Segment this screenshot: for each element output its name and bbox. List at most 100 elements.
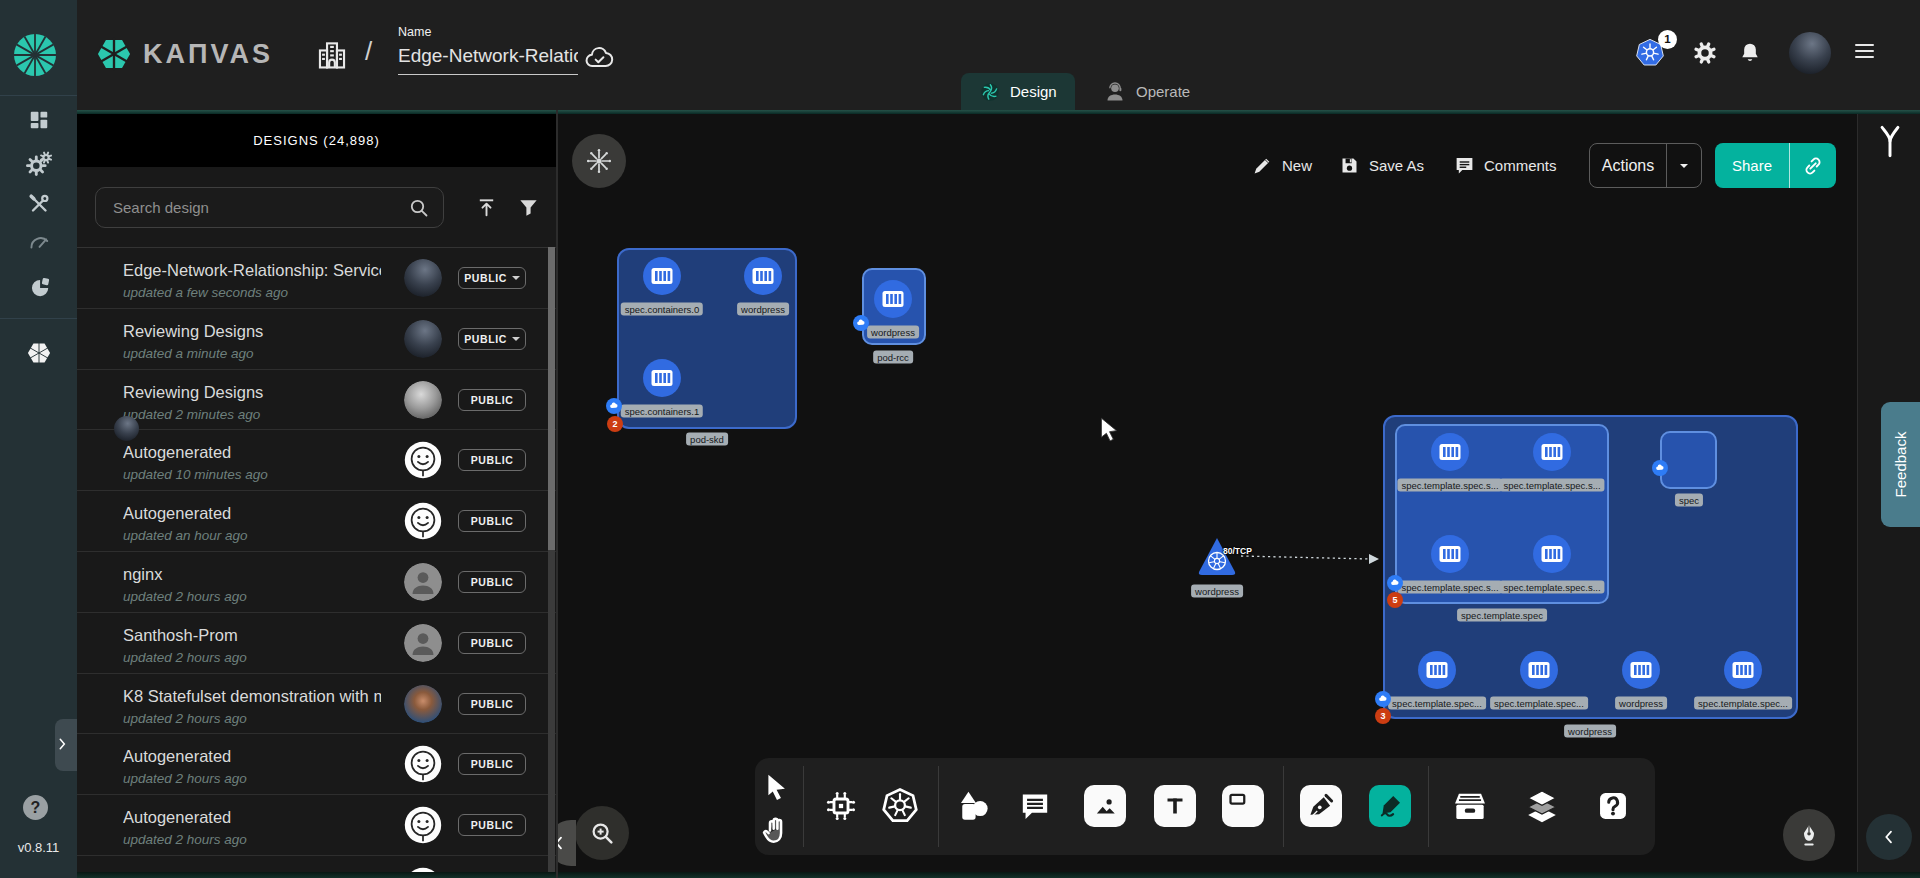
k8s-container-node[interactable] [744, 257, 782, 295]
freehand-draw-tool-icon[interactable] [1369, 785, 1411, 827]
k8s-container-node[interactable] [643, 257, 681, 295]
list-scrollbar-track[interactable] [548, 247, 555, 872]
select-cursor-tool-icon[interactable] [762, 773, 788, 799]
visibility-badge[interactable]: PUBLIC [458, 571, 526, 593]
k8s-container-node[interactable] [1533, 433, 1571, 471]
k8s-container-node[interactable] [1533, 535, 1571, 573]
design-owner-avatar[interactable] [404, 320, 442, 358]
design-list-item[interactable]: Reviewing Designsupdated 2 minutes agoPU… [77, 370, 556, 431]
filter-funnel-icon[interactable] [517, 196, 540, 219]
design-list-item[interactable]: Autogeneratedupdated 2 hours agoPUBLIC [77, 856, 556, 872]
design-list-item[interactable]: K8 Statefulset demonstration with moupda… [77, 674, 556, 735]
cloud-badge[interactable] [1652, 460, 1668, 476]
design-list-item[interactable]: Reviewing Designsupdated a minute agoPUB… [77, 309, 556, 370]
comments-button[interactable]: Comments [1454, 143, 1557, 188]
actions-button[interactable]: Actions [1589, 143, 1702, 188]
k8s-group-template[interactable] [1395, 424, 1609, 604]
cloud-badge[interactable] [1375, 691, 1391, 707]
cloud-badge[interactable] [1387, 575, 1403, 591]
design-canvas[interactable]: New Save As Comments Actions Share pod-s… [558, 114, 1857, 872]
save-as-button[interactable]: Save As [1339, 143, 1424, 188]
design-list-item[interactable]: Santhosh-Promupdated 2 hours agoPUBLIC [77, 613, 556, 674]
visibility-badge[interactable]: PUBLIC [458, 328, 526, 350]
design-list-item[interactable]: Autogeneratedupdated 10 minutes agoPUBLI… [77, 430, 556, 491]
search-icon[interactable] [407, 196, 431, 220]
performance-gauge-icon[interactable] [26, 229, 52, 255]
sort-upload-icon[interactable] [475, 196, 498, 219]
help-icon[interactable]: ? [23, 795, 48, 820]
right-panel-chevron[interactable] [1866, 814, 1912, 860]
kanvas-brand[interactable]: KAΠVAS [95, 35, 273, 73]
visibility-badge[interactable]: PUBLIC [458, 632, 526, 654]
annotate-pen-button[interactable] [1783, 809, 1835, 861]
hamburger-menu-icon[interactable] [1855, 44, 1874, 62]
merge-y-icon[interactable] [1875, 124, 1905, 158]
cloud-badge[interactable] [853, 315, 869, 331]
components-chip-tool-icon[interactable] [826, 791, 856, 821]
image-tool-icon[interactable] [1084, 785, 1126, 827]
design-list-item[interactable]: Edge-Network-Relationship: Serviceupdate… [77, 248, 556, 309]
settings-gear-icon[interactable] [1693, 41, 1718, 66]
cloud-badge[interactable] [606, 398, 622, 414]
pan-hand-tool-icon[interactable] [762, 817, 788, 843]
design-owner-avatar[interactable] [404, 745, 442, 783]
k8s-container-node[interactable] [643, 359, 681, 397]
layers-tool-icon[interactable] [1526, 790, 1558, 822]
k8s-container-node[interactable] [1724, 651, 1762, 689]
kubernetes-tool-icon[interactable] [884, 790, 916, 822]
search-input[interactable] [113, 199, 407, 216]
k8s-container-node[interactable] [1431, 433, 1469, 471]
k8s-container-node[interactable] [1622, 651, 1660, 689]
visibility-badge[interactable]: PUBLIC [458, 510, 526, 532]
k8s-service-triangle[interactable] [1194, 534, 1240, 580]
notifications-bell-icon[interactable] [1738, 41, 1763, 66]
text-tool-icon[interactable] [1154, 785, 1196, 827]
design-name-input[interactable] [398, 45, 578, 75]
design-owner-avatar[interactable] [404, 563, 442, 601]
organization-building-icon[interactable] [315, 37, 349, 71]
design-owner-avatar[interactable] [404, 259, 442, 297]
design-list-item[interactable]: Autogeneratedupdated 2 hours agoPUBLIC [77, 734, 556, 795]
frame-tool-icon[interactable] [1222, 785, 1264, 827]
design-owner-avatar[interactable] [404, 441, 442, 479]
panel-expander-chevron[interactable] [55, 719, 77, 771]
k8s-group-spec[interactable] [1660, 431, 1717, 489]
visibility-badge[interactable]: PUBLIC [458, 267, 526, 289]
kanvas-hexagon-icon[interactable] [25, 339, 53, 367]
error-count-badge[interactable]: 3 [1375, 708, 1391, 724]
shapes-tool-icon[interactable] [957, 790, 989, 822]
visibility-badge[interactable]: PUBLIC [458, 753, 526, 775]
comment-tool-icon[interactable] [1020, 791, 1050, 821]
pen-tool-icon[interactable] [1300, 785, 1342, 827]
design-list-item[interactable]: nginxupdated 2 hours agoPUBLIC [77, 552, 556, 613]
error-count-badge[interactable]: 2 [607, 416, 623, 432]
panel-collapse-chevron[interactable] [558, 820, 576, 866]
design-owner-avatar[interactable] [404, 806, 442, 844]
actions-caret-icon[interactable] [1667, 164, 1701, 168]
list-scrollbar-thumb[interactable] [548, 247, 555, 550]
design-owner-avatar[interactable] [404, 685, 442, 723]
tab-operate[interactable]: Operate [1085, 73, 1208, 110]
new-button[interactable]: New [1252, 143, 1312, 188]
design-owner-avatar[interactable] [404, 381, 442, 419]
design-list-item[interactable]: Autogeneratedupdated 2 hours agoPUBLIC [77, 795, 556, 856]
extensions-icon[interactable] [26, 274, 52, 300]
k8s-container-node[interactable] [1431, 535, 1469, 573]
visibility-badge[interactable]: PUBLIC [458, 449, 526, 471]
visibility-badge[interactable]: PUBLIC [458, 814, 526, 836]
visibility-badge[interactable]: PUBLIC [458, 693, 526, 715]
design-owner-avatar[interactable] [404, 502, 442, 540]
configuration-tools-icon[interactable] [27, 192, 51, 216]
k8s-container-node[interactable] [1520, 651, 1558, 689]
design-owner-avatar[interactable] [404, 624, 442, 662]
share-link-icon[interactable] [1790, 154, 1836, 178]
zoom-button[interactable] [575, 806, 629, 860]
lifecycle-gears-icon[interactable] [26, 150, 52, 176]
feedback-tab[interactable]: Feedback [1881, 402, 1920, 527]
tab-design[interactable]: Design [961, 73, 1075, 110]
design-list-item[interactable]: Autogeneratedupdated an hour agoPUBLIC [77, 491, 556, 552]
share-button[interactable]: Share [1715, 143, 1836, 188]
user-avatar[interactable] [1789, 32, 1831, 74]
dashboard-icon[interactable] [28, 109, 50, 131]
help-tool-icon[interactable] [1598, 791, 1628, 821]
